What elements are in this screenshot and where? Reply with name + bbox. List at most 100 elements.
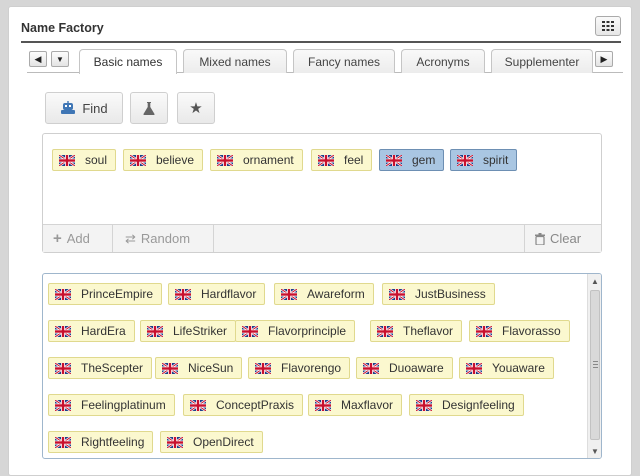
uk-flag-icon bbox=[130, 154, 146, 166]
name-chip[interactable]: Flavorprinciple bbox=[235, 320, 356, 342]
footer-divider bbox=[524, 225, 525, 252]
uk-flag-icon bbox=[315, 399, 331, 411]
find-button[interactable]: Find bbox=[45, 92, 123, 124]
word-chip[interactable]: soul bbox=[52, 149, 117, 171]
robot-icon bbox=[61, 101, 76, 114]
name-chip-label: PrinceEmpire bbox=[81, 287, 154, 301]
random-button[interactable]: ⇄ Random bbox=[125, 225, 190, 252]
name-chip[interactable]: Flavorengo bbox=[248, 357, 351, 379]
uk-flag-icon bbox=[217, 154, 233, 166]
uk-flag-icon bbox=[55, 399, 71, 411]
name-factory-panel: Name Factory ◀ ▼ Basic names Mixed names… bbox=[8, 6, 632, 476]
word-chip-label: feel bbox=[344, 153, 364, 167]
tab-label: Basic names bbox=[93, 55, 163, 69]
tab-acronyms[interactable]: Acronyms bbox=[401, 49, 485, 73]
name-chip-label: Rightfeeling bbox=[81, 435, 145, 449]
word-chip-label: believe bbox=[156, 153, 195, 167]
footer-divider bbox=[112, 225, 113, 252]
uk-flag-icon bbox=[255, 362, 271, 374]
find-label: Find bbox=[82, 100, 108, 116]
name-chip-label: Feelingplatinum bbox=[81, 398, 166, 412]
footer-divider bbox=[213, 225, 214, 252]
name-chip-label: Awareform bbox=[307, 287, 365, 301]
triangle-down-icon: ▼ bbox=[56, 54, 64, 64]
generated-names-list[interactable]: PrinceEmpire Hardflavor Awareform JustBusin… bbox=[42, 273, 602, 459]
uk-flag-icon bbox=[147, 325, 163, 337]
selected-box-footer: + Add ⇄ Random Clear bbox=[43, 224, 601, 252]
uk-flag-icon bbox=[386, 154, 402, 166]
name-chip[interactable]: Rightfeeling bbox=[48, 431, 154, 453]
name-chip[interactable]: LifeStriker bbox=[140, 320, 237, 342]
word-chip[interactable]: feel bbox=[311, 149, 373, 171]
name-chip-label: JustBusiness bbox=[415, 287, 486, 301]
name-chip-label: Flavorengo bbox=[281, 361, 342, 375]
uk-flag-icon bbox=[55, 436, 71, 448]
name-chip[interactable]: Youaware bbox=[459, 357, 554, 379]
name-chip[interactable]: JustBusiness bbox=[382, 283, 495, 305]
word-chip-selected[interactable]: spirit bbox=[450, 149, 518, 171]
panel-title: Name Factory bbox=[21, 21, 104, 35]
name-chip-label: Theflavor bbox=[403, 324, 454, 338]
uk-flag-icon bbox=[175, 288, 191, 300]
triangle-left-icon: ◀ bbox=[34, 53, 42, 64]
panel-header: Name Factory bbox=[21, 15, 621, 43]
name-chip[interactable]: Awareform bbox=[274, 283, 374, 305]
clear-button[interactable]: Clear bbox=[535, 225, 581, 252]
name-chip[interactable]: OpenDirect bbox=[160, 431, 263, 453]
name-chip[interactable]: PrinceEmpire bbox=[48, 283, 163, 305]
uk-flag-icon bbox=[389, 288, 405, 300]
name-chip-label: OpenDirect bbox=[193, 435, 254, 449]
menu-button[interactable] bbox=[595, 16, 621, 36]
uk-flag-icon bbox=[190, 399, 206, 411]
word-chip-selected[interactable]: gem bbox=[379, 149, 445, 171]
vertical-scrollbar[interactable]: ▲ ▼ bbox=[587, 274, 601, 458]
word-chip[interactable]: believe bbox=[123, 149, 204, 171]
tab-supplementer[interactable]: Supplementer bbox=[491, 49, 593, 73]
uk-flag-icon bbox=[55, 362, 71, 374]
uk-flag-icon bbox=[59, 154, 75, 166]
uk-flag-icon bbox=[416, 399, 432, 411]
name-chip[interactable]: Flavorasso bbox=[469, 320, 570, 342]
flask-button[interactable] bbox=[130, 92, 168, 124]
scroll-down-icon[interactable]: ▼ bbox=[588, 444, 601, 458]
tab-label: Fancy names bbox=[307, 54, 381, 69]
name-chip-label: NiceSun bbox=[188, 361, 234, 375]
tab-scroll-left-button[interactable]: ◀ bbox=[29, 51, 47, 67]
name-chip[interactable]: TheScepter bbox=[48, 357, 153, 379]
trash-icon bbox=[535, 232, 545, 245]
star-icon: ★ bbox=[189, 100, 203, 117]
random-label: Random bbox=[140, 231, 191, 246]
tab-basic-names[interactable]: Basic names bbox=[79, 49, 177, 74]
tab-fancy-names[interactable]: Fancy names bbox=[293, 49, 395, 73]
name-chip[interactable]: Duoaware bbox=[356, 357, 453, 379]
word-chip-label: ornament bbox=[243, 153, 294, 167]
favorites-button[interactable]: ★ bbox=[177, 92, 215, 124]
name-chip-label: Duoaware bbox=[389, 361, 444, 375]
name-chip[interactable]: NiceSun bbox=[155, 357, 243, 379]
uk-flag-icon bbox=[162, 362, 178, 374]
name-chip-label: Designfeeling bbox=[442, 398, 515, 412]
name-chip[interactable]: ConceptPraxis bbox=[183, 394, 304, 416]
tab-label: Mixed names bbox=[199, 54, 271, 69]
name-chip[interactable]: Theflavor bbox=[370, 320, 463, 342]
name-chip[interactable]: Hardflavor bbox=[168, 283, 266, 305]
tab-list-dropdown-button[interactable]: ▼ bbox=[51, 51, 69, 67]
tab-scroll-right-button[interactable]: ▶ bbox=[595, 51, 613, 67]
word-chip-label: gem bbox=[412, 153, 436, 167]
name-chip[interactable]: Designfeeling bbox=[409, 394, 524, 416]
name-chip-label: TheScepter bbox=[81, 361, 144, 375]
name-chip-label: HardEra bbox=[81, 324, 126, 338]
uk-flag-icon bbox=[363, 362, 379, 374]
name-chip-label: Hardflavor bbox=[201, 287, 257, 301]
uk-flag-icon bbox=[318, 154, 334, 166]
scrollbar-thumb[interactable] bbox=[590, 290, 600, 440]
name-chip[interactable]: Feelingplatinum bbox=[48, 394, 175, 416]
name-chip[interactable]: HardEra bbox=[48, 320, 135, 342]
grid-icon bbox=[602, 21, 614, 31]
add-button[interactable]: + Add bbox=[53, 225, 90, 252]
flask-icon bbox=[143, 101, 155, 115]
name-chip[interactable]: Maxflavor bbox=[308, 394, 403, 416]
word-chip[interactable]: ornament bbox=[210, 149, 303, 171]
scroll-up-icon[interactable]: ▲ bbox=[588, 274, 601, 288]
tab-mixed-names[interactable]: Mixed names bbox=[183, 49, 287, 73]
